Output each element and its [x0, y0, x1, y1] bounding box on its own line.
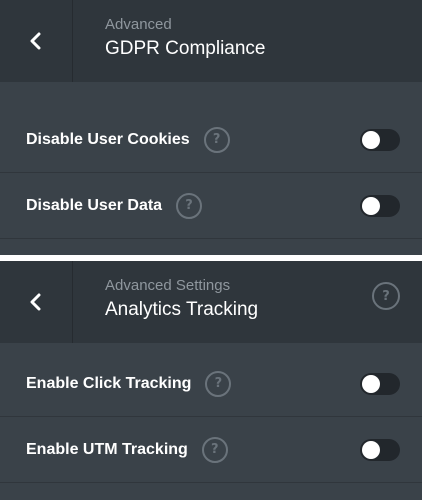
back-button[interactable]: [0, 261, 73, 343]
header-subtitle: Advanced Settings: [105, 277, 231, 294]
header-subtitle: Advanced: [105, 16, 172, 33]
setting-label: Enable UTM Tracking: [26, 440, 188, 458]
toggle-knob: [362, 197, 380, 215]
setting-label: Disable User Data: [26, 196, 163, 214]
question-circle-icon[interactable]: ?: [205, 370, 232, 397]
setting-row-disable-user-cookies: Disable User Cookies ?: [0, 107, 422, 173]
toggle-knob: [362, 375, 380, 393]
question-circle-icon[interactable]: ?: [176, 192, 203, 219]
setting-row-enable-click-tracking: Enable Click Tracking ?: [0, 351, 422, 417]
question-circle-icon[interactable]: ?: [203, 126, 230, 153]
gdpr-compliance-panel: Advanced GDPR Compliance Disable User Co…: [0, 0, 422, 255]
panel-header: Advanced Settings Analytics Tracking ?: [0, 261, 422, 343]
setting-label: Enable Click Tracking: [26, 374, 192, 392]
toggle-disable-user-cookies[interactable]: [360, 129, 400, 151]
toggle-knob: [362, 441, 380, 459]
analytics-tracking-panel: Advanced Settings Analytics Tracking ? E…: [0, 261, 422, 500]
setting-label: Disable User Cookies: [26, 130, 190, 148]
toggle-enable-click-tracking[interactable]: [360, 373, 400, 395]
question-circle-icon[interactable]: ?: [201, 436, 228, 463]
toggle-knob: [362, 131, 380, 149]
header-title: GDPR Compliance: [105, 38, 266, 59]
setting-row-enable-utm-tracking: Enable UTM Tracking ?: [0, 417, 422, 483]
setting-row-disable-user-data: Disable User Data ?: [0, 173, 422, 239]
header-title: Analytics Tracking: [105, 299, 259, 320]
panel-header: Advanced GDPR Compliance: [0, 0, 422, 82]
chevron-left-icon: [30, 32, 41, 50]
toggle-enable-utm-tracking[interactable]: [360, 439, 400, 461]
chevron-left-icon: [30, 293, 41, 311]
toggle-disable-user-data[interactable]: [360, 195, 400, 217]
question-circle-icon[interactable]: ?: [372, 282, 400, 310]
back-button[interactable]: [0, 0, 73, 82]
